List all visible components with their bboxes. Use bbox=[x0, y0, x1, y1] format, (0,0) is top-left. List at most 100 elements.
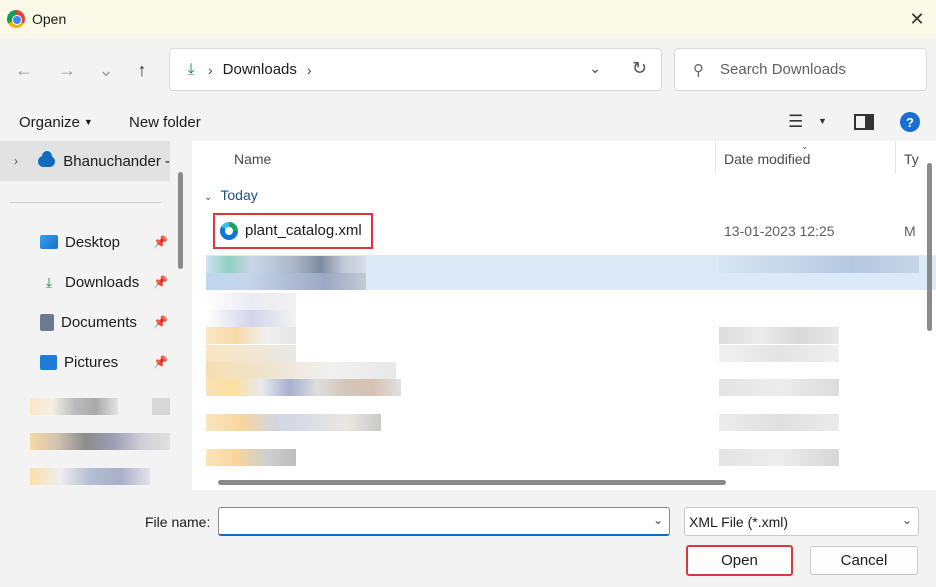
blurred-file-item[interactable] bbox=[206, 293, 296, 310]
blurred-file-item[interactable] bbox=[206, 273, 366, 290]
pin-icon: 📌 bbox=[153, 235, 168, 249]
open-button[interactable]: Open bbox=[686, 545, 793, 576]
blurred-file-item[interactable] bbox=[719, 414, 839, 431]
blurred-sidebar-item[interactable] bbox=[30, 468, 150, 485]
sidebar-item-downloads[interactable]: ⤓ Downloads 📌 bbox=[0, 267, 170, 297]
forward-arrow-icon: → bbox=[58, 59, 76, 80]
navigation-pane: › Bhanuchander - Desktop 📌 ⤓ Downloads 📌… bbox=[0, 141, 178, 490]
downloads-icon: ⤓ bbox=[45, 273, 53, 290]
column-date-modified[interactable]: Date modified bbox=[724, 151, 810, 167]
sidebar-item-onedrive[interactable]: › Bhanuchander - bbox=[0, 141, 170, 181]
sidebar-item-label: Downloads bbox=[65, 273, 140, 291]
cancel-button[interactable]: Cancel bbox=[810, 546, 918, 575]
sidebar-item-pictures[interactable]: Pictures 📌 bbox=[0, 347, 170, 377]
new-folder-button[interactable]: New folder bbox=[129, 114, 201, 131]
blurred-sidebar-item[interactable] bbox=[30, 398, 118, 415]
address-dropdown-icon[interactable]: ⌄ bbox=[589, 60, 601, 77]
back-arrow-icon: ← bbox=[15, 59, 33, 80]
blurred-sidebar-item[interactable] bbox=[30, 433, 170, 450]
window-title: Open bbox=[32, 11, 67, 27]
column-type[interactable]: Ty bbox=[904, 151, 919, 167]
blurred-file-item[interactable] bbox=[719, 379, 839, 396]
close-button[interactable]: ✕ bbox=[904, 6, 930, 32]
sidebar-divider bbox=[10, 202, 161, 203]
navigation-bar: ← → ⌄ ↑ ⤓ › Downloads › ⌄ ↻ ⚲ Search Dow… bbox=[0, 38, 936, 103]
blurred-file-item[interactable] bbox=[719, 449, 839, 466]
sidebar-scrollbar[interactable] bbox=[178, 172, 183, 269]
chevron-down-icon: ⌄ bbox=[901, 513, 912, 527]
file-name-input[interactable]: ⌄ bbox=[218, 507, 670, 536]
caret-down-icon: ▼ bbox=[83, 117, 93, 127]
recent-locations-button[interactable]: ⌄ bbox=[93, 57, 119, 83]
desktop-icon bbox=[40, 235, 58, 249]
title-bar: Open ✕ bbox=[0, 0, 936, 38]
vertical-scrollbar[interactable] bbox=[927, 163, 932, 331]
back-button[interactable]: ← bbox=[11, 57, 37, 83]
column-divider[interactable] bbox=[715, 141, 716, 174]
blurred-sidebar-item[interactable] bbox=[152, 398, 170, 415]
column-name[interactable]: Name bbox=[234, 151, 271, 167]
documents-icon bbox=[40, 313, 54, 331]
chevron-down-icon[interactable]: ⌄ bbox=[653, 513, 663, 527]
sidebar-item-documents[interactable]: Documents 📌 bbox=[0, 307, 170, 337]
pin-icon: 📌 bbox=[153, 315, 168, 329]
help-icon[interactable]: ? bbox=[900, 112, 920, 132]
sidebar-item-label: Pictures bbox=[64, 353, 119, 371]
blurred-file-item[interactable] bbox=[719, 345, 839, 362]
organize-button[interactable]: Organize ▼ bbox=[19, 114, 93, 131]
pin-icon: 📌 bbox=[153, 355, 168, 369]
chevron-right-icon[interactable]: › bbox=[14, 154, 22, 168]
chevron-right-icon[interactable]: › bbox=[307, 62, 312, 78]
forward-button[interactable]: → bbox=[54, 57, 80, 83]
blurred-file-item[interactable] bbox=[206, 379, 401, 396]
pictures-icon bbox=[40, 354, 57, 370]
blurred-file-item[interactable] bbox=[206, 362, 396, 379]
close-icon: ✕ bbox=[909, 8, 925, 29]
blurred-file-item[interactable] bbox=[206, 310, 296, 327]
up-arrow-icon: ↑ bbox=[137, 59, 147, 80]
column-divider[interactable] bbox=[895, 141, 896, 174]
view-options-caret-icon[interactable]: ▼ bbox=[818, 116, 827, 126]
group-header-today[interactable]: ⌄ Today bbox=[204, 187, 258, 203]
file-name-label: File name: bbox=[145, 514, 211, 530]
file-date-modified: 13-01-2023 12:25 bbox=[724, 223, 835, 239]
file-name[interactable]: plant_catalog.xml bbox=[245, 222, 362, 239]
address-location[interactable]: Downloads bbox=[223, 61, 297, 78]
column-header: Name ⌄ Date modified Ty bbox=[192, 141, 936, 176]
chevron-down-icon: ⌄ bbox=[98, 59, 114, 80]
address-bar[interactable]: ⤓ › Downloads › ⌄ ↻ bbox=[169, 48, 662, 91]
view-list-icon[interactable]: ☰ bbox=[788, 112, 803, 132]
blurred-file-item[interactable] bbox=[206, 449, 296, 466]
refresh-icon[interactable]: ↻ bbox=[632, 58, 647, 79]
file-type: M bbox=[904, 223, 916, 239]
sidebar-item-label: Desktop bbox=[65, 233, 121, 251]
file-row[interactable]: plant_catalog.xml 13-01-2023 12:25 M bbox=[192, 213, 936, 249]
download-arrow-icon: ⤓ bbox=[187, 60, 195, 78]
edge-file-icon bbox=[220, 222, 238, 240]
file-type-select[interactable]: XML File (*.xml) ⌄ bbox=[684, 507, 919, 536]
blurred-file-item[interactable] bbox=[719, 327, 839, 344]
chevron-right-icon: › bbox=[208, 61, 213, 78]
search-input[interactable]: Search Downloads bbox=[720, 61, 846, 78]
onedrive-cloud-icon bbox=[38, 150, 56, 167]
sidebar-item-label: Documents bbox=[61, 313, 137, 331]
dialog-footer: File name: ⌄ XML File (*.xml) ⌄ Open Can… bbox=[0, 490, 936, 587]
search-box[interactable]: ⚲ Search Downloads bbox=[674, 48, 927, 91]
blurred-file-item[interactable] bbox=[206, 414, 381, 431]
preview-pane-icon[interactable] bbox=[854, 114, 874, 130]
chrome-icon bbox=[7, 10, 25, 28]
horizontal-scrollbar[interactable] bbox=[218, 480, 726, 485]
up-button[interactable]: ↑ bbox=[129, 57, 155, 83]
file-type-value: XML File (*.xml) bbox=[689, 514, 789, 530]
blurred-file-item[interactable] bbox=[206, 327, 296, 344]
organize-label: Organize bbox=[19, 114, 80, 131]
blurred-file-item[interactable] bbox=[206, 256, 366, 273]
pin-icon: 📌 bbox=[153, 275, 168, 289]
command-bar: Organize ▼ New folder ☰ ▼ ? bbox=[0, 103, 936, 141]
group-label: Today bbox=[220, 187, 258, 203]
search-icon: ⚲ bbox=[693, 61, 704, 79]
blurred-file-item[interactable] bbox=[206, 345, 296, 362]
blurred-file-item[interactable] bbox=[719, 256, 919, 273]
file-list: Name ⌄ Date modified Ty ⌄ Today plant_cat… bbox=[192, 141, 936, 490]
sidebar-item-desktop[interactable]: Desktop 📌 bbox=[0, 227, 170, 257]
